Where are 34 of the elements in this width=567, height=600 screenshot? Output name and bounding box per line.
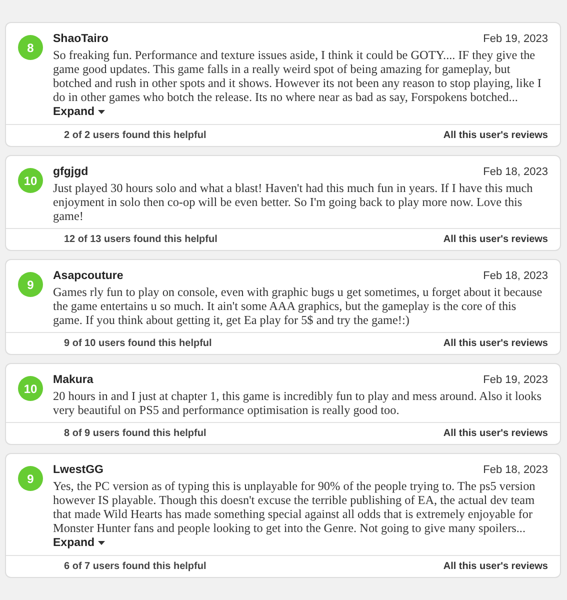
user-reviews-link[interactable]: All this user's reviews bbox=[443, 234, 548, 245]
helpful-count: 9 of 10 users found this helpful bbox=[64, 338, 212, 349]
expand-link[interactable]: Expand bbox=[53, 105, 105, 119]
username: Makura bbox=[53, 374, 94, 386]
score-badge: 10 bbox=[18, 168, 43, 193]
review-date: Feb 18, 2023 bbox=[483, 270, 548, 282]
helpful-count: 2 of 2 users found this helpful bbox=[64, 130, 206, 141]
review-date: Feb 18, 2023 bbox=[483, 464, 548, 476]
review-date: Feb 19, 2023 bbox=[483, 33, 548, 45]
review-text: Games rly fun to play on console, even with graphic bugs u get sometimes, u forget about it because the game entertains u so much. It ain't some AAA graphics, but the gameplay is the core of this game. If you think about getting it, get Ea play for 5$ and try the game!:) bbox=[53, 285, 544, 327]
user-reviews-link[interactable]: All this user's reviews bbox=[443, 130, 548, 141]
username: Asapcouture bbox=[53, 270, 124, 282]
user-reviews-link[interactable]: All this user's reviews bbox=[443, 338, 548, 349]
username: LwestGG bbox=[53, 464, 104, 476]
username: ShaoTairo bbox=[53, 33, 108, 45]
helpful-count: 8 of 9 users found this helpful bbox=[64, 428, 206, 439]
expand-link[interactable]: Expand bbox=[53, 536, 105, 550]
caret-icon bbox=[98, 110, 105, 114]
user-reviews-link[interactable]: All this user's reviews bbox=[443, 428, 548, 439]
helpful-count: 6 of 7 users found this helpful bbox=[64, 561, 206, 572]
score-badge: 8 bbox=[18, 35, 43, 60]
caret-icon bbox=[98, 541, 105, 545]
user-reviews-link[interactable]: All this user's reviews bbox=[443, 561, 548, 572]
review-date: Feb 19, 2023 bbox=[483, 374, 548, 386]
score-badge: 10 bbox=[18, 376, 43, 401]
score-badge: 9 bbox=[18, 272, 43, 297]
review-text: Just played 30 hours solo and what a blast! Haven't had this much fun in years. If I have this much enjoyment in solo then co-op will be even better. So I'm going back to play more now. Love this game! bbox=[53, 181, 534, 223]
review-text: Yes, the PC version as of typing this is unplayable for 90% of the people trying to. The ps5 version however IS playable. Though this doesn't excuse the terrible publishing of EA, the actual dev team that made Wild Hearts has made something special against all odds that is extremely enjoyable for Monster Hunter fans and people looking to get into the Genre. Not going to give many spoilers... Expand bbox=[53, 479, 536, 550]
review-text: 20 hours in and I just at chapter 1, this game is incredibly fun to play and mess around. Also it looks very beautiful on PS5 and performance optimisation is really good too. bbox=[53, 389, 542, 417]
review-text: So freaking fun. Performance and texture issues aside, I think it could be GOTY.... IF they give the game good updates. This game falls in a really weird spot of being amazing for gameplay, but botched and rush in other spots and it shows. However its not been any reason to stop playing, like I do in other games who botch the release. Its no where near as bad as say, Forspokens botched... Expand bbox=[53, 48, 542, 119]
helpful-count: 12 of 13 users found this helpful bbox=[64, 234, 218, 245]
username: gfgjgd bbox=[53, 166, 88, 178]
score-badge: 9 bbox=[18, 466, 43, 491]
review-date: Feb 18, 2023 bbox=[483, 166, 548, 178]
